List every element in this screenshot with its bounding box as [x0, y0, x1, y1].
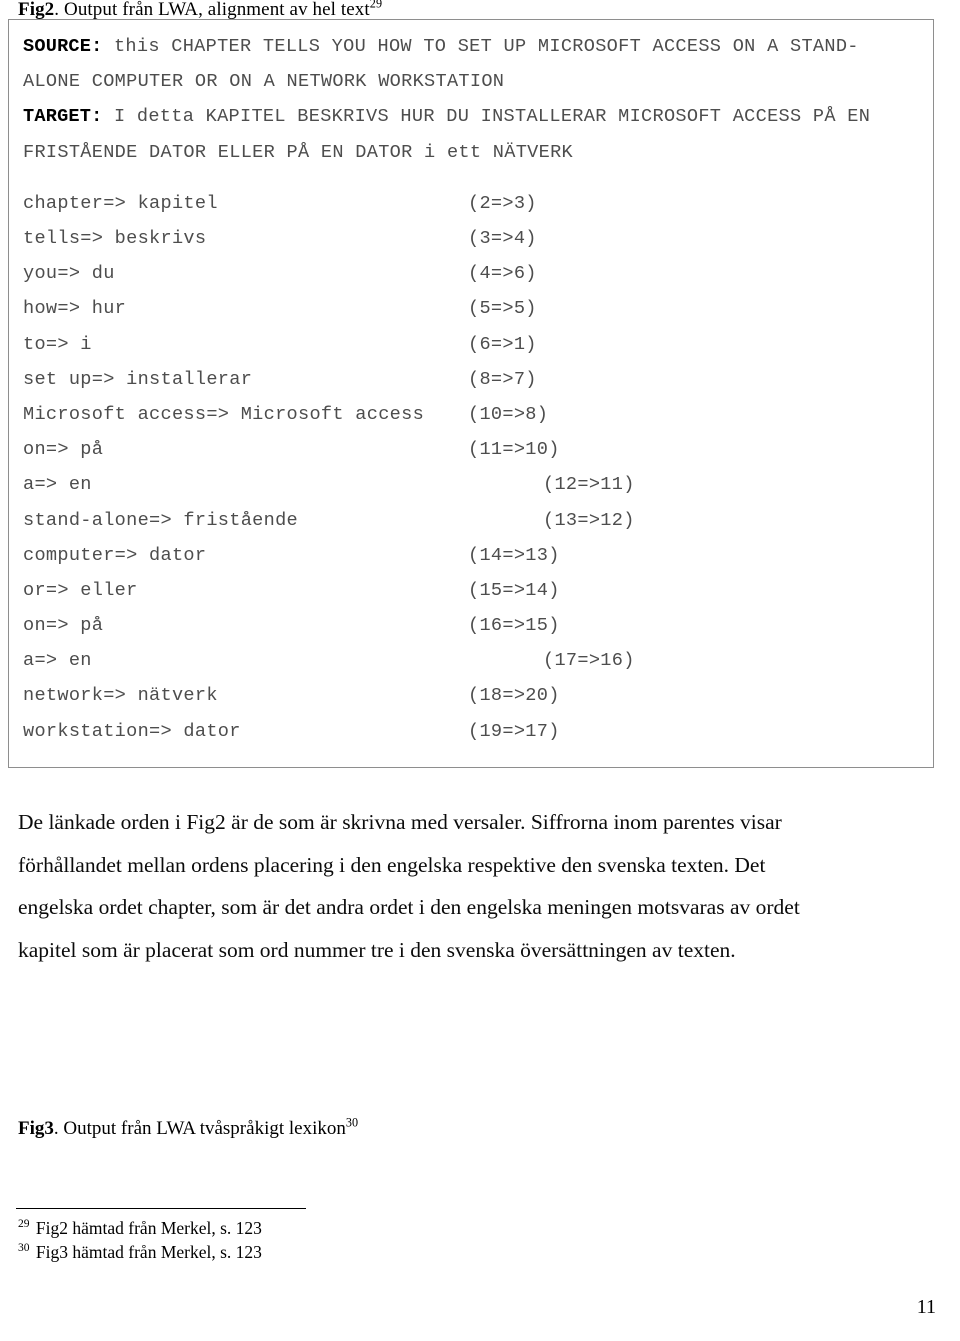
figure2-footnote-ref: 29 — [369, 0, 383, 11]
target-label: TARGET: — [23, 106, 103, 128]
alignment-pair-row: a=> en (17=>16) — [23, 643, 929, 678]
alignment-pair-positions: (12=>11) — [543, 474, 635, 496]
alignment-pair-words: chapter=> kapitel — [23, 192, 218, 214]
alignment-pair-positions: (6=>1) — [468, 333, 537, 355]
alignment-pair-positions: (16=>15) — [468, 615, 560, 637]
alignment-pair-row: on=> på (11=>10) — [23, 432, 929, 467]
alignment-pair-positions: (18=>20) — [468, 685, 560, 707]
figure3-caption-text: . Output från LWA tvåspråkigt lexikon — [53, 1118, 346, 1139]
body-paragraph-line: kapitel som är placerat som ord nummer t… — [18, 937, 736, 962]
alignment-pair-words: how=> hur — [23, 298, 127, 320]
alignment-pair-words: tells=> beskrivs — [23, 228, 207, 249]
alignment-pair-row: set up=> installerar (8=>7) — [23, 362, 929, 397]
body-paragraph-line: förhållandet mellan ordens placering i d… — [18, 852, 766, 877]
figure3-footnote-ref: 30 — [345, 1115, 359, 1130]
footnote-text: Fig2 hämtad från Merkel, s. 123 — [31, 1218, 262, 1238]
alignment-pair-row: chapter=> kapitel (2=>3) — [23, 186, 929, 221]
lwa-output-box: SOURCE: this CHAPTER TELLS YOU HOW TO SE… — [8, 19, 934, 768]
alignment-pair-positions: (13=>12) — [543, 509, 635, 531]
lwa-output-content: SOURCE: this CHAPTER TELLS YOU HOW TO SE… — [23, 29, 929, 749]
figure3-caption-label: Fig3 — [18, 1118, 54, 1139]
footnote-list: 29 Fig2 hämtad från Merkel, s. 123 30 Fig… — [18, 1216, 262, 1264]
body-paragraph-line: engelska ordet chapter, som är det andra… — [18, 895, 800, 919]
footnote-number: 30 — [18, 1242, 30, 1255]
alignment-pair-row: a=> en (12=>11) — [23, 467, 929, 502]
source-text-line-1: this CHAPTER TELLS YOU HOW TO SET UP MIC… — [102, 36, 859, 57]
alignment-pair-words: Microsoft access=> Microsoft access — [23, 403, 425, 425]
alignment-pair-row: you=> du (4=>6) — [23, 256, 929, 291]
footnote-separator-rule — [16, 1208, 306, 1209]
target-line-1: TARGET: I detta KAPITEL BESKRIVS HUR DU … — [23, 99, 929, 134]
alignment-pair-words: to=> i — [23, 333, 92, 355]
body-paragraph: De länkade orden i Fig2 är de som är skr… — [18, 801, 918, 971]
source-line-1: SOURCE: this CHAPTER TELLS YOU HOW TO SE… — [23, 29, 929, 64]
word-alignment-list: chapter=> kapitel (2=>3) tells=> beskrivs (… — [23, 186, 929, 749]
alignment-pair-words: stand-alone=> fristående — [23, 509, 298, 531]
alignment-pair-words: on=> på — [23, 439, 104, 461]
footnote-text: Fig3 hämtad från Merkel, s. 123 — [31, 1242, 262, 1262]
alignment-pair-positions: (5=>5) — [468, 298, 537, 320]
alignment-pair-positions: (8=>7) — [468, 368, 537, 390]
figure2-caption: Fig2. Output från LWA, alignment av hel … — [18, 0, 382, 20]
alignment-pair-row: or=> eller (15=>14) — [23, 573, 929, 608]
alignment-pair-positions: (17=>16) — [543, 650, 635, 672]
alignment-pair-row: on=> på (16=>15) — [23, 608, 929, 643]
alignment-pair-words: computer=> dator — [23, 544, 207, 566]
alignment-pair-positions: (4=>6) — [468, 263, 537, 285]
alignment-pair-words: network=> nätverk — [23, 685, 218, 707]
alignment-pair-words: a=> en — [23, 474, 92, 496]
body-paragraph-line: De länkade orden i Fig2 är de som är skr… — [18, 810, 782, 834]
alignment-pair-row: workstation=> dator (19=>17) — [23, 714, 929, 749]
target-text-line-2: FRISTÅENDE DATOR ELLER PÅ EN DATOR i ett… — [23, 141, 573, 163]
page-number: 11 — [916, 1296, 936, 1318]
figure2-caption-text: . Output från LWA, alignment av hel text — [54, 0, 370, 20]
figure3-caption: Fig3. Output från LWA tvåspråkigt lexiko… — [18, 1115, 359, 1140]
alignment-pair-positions: (2=>3) — [468, 192, 537, 214]
source-target-block: SOURCE: this CHAPTER TELLS YOU HOW TO SE… — [23, 29, 929, 170]
source-label: SOURCE: — [23, 36, 103, 57]
alignment-pair-positions: (11=>10) — [468, 439, 560, 461]
source-text-line-2: ALONE COMPUTER OR ON A NETWORK WORKSTATI… — [23, 71, 505, 93]
source-line-2: ALONE COMPUTER OR ON A NETWORK WORKSTATI… — [23, 64, 929, 99]
alignment-pair-row: stand-alone=> fristående (13=>12) — [23, 503, 929, 538]
alignment-pair-row: tells=> beskrivs (3=>4) — [23, 221, 929, 256]
alignment-pair-words: on=> på — [23, 615, 104, 637]
figure2-caption-label: Fig2 — [18, 0, 55, 20]
alignment-pair-row: network=> nätverk (18=>20) — [23, 678, 929, 713]
alignment-pair-positions: (14=>13) — [468, 544, 560, 566]
alignment-pair-words: or=> eller — [23, 579, 138, 601]
alignment-pair-positions: (3=>4) — [468, 228, 537, 249]
alignment-pair-words: workstation=> dator — [23, 720, 241, 742]
target-line-2: FRISTÅENDE DATOR ELLER PÅ EN DATOR i ett… — [23, 135, 929, 170]
target-text-line-1: I detta KAPITEL BESKRIVS HUR DU INSTALLE… — [102, 106, 871, 128]
alignment-pair-words: you=> du — [23, 263, 115, 285]
footnote-item: 29 Fig2 hämtad från Merkel, s. 123 — [18, 1216, 262, 1240]
footnote-item: 30 Fig3 hämtad från Merkel, s. 123 — [18, 1240, 262, 1264]
alignment-pair-row: computer=> dator (14=>13) — [23, 538, 929, 573]
alignment-pair-row: to=> i (6=>1) — [23, 327, 929, 362]
alignment-pair-row: how=> hur (5=>5) — [23, 291, 929, 326]
alignment-pair-positions: (10=>8) — [468, 403, 549, 425]
footnote-number: 29 — [18, 1218, 30, 1231]
alignment-pair-words: set up=> installerar — [23, 368, 253, 390]
alignment-pair-row: Microsoft access=> Microsoft access (10=>… — [23, 397, 929, 432]
alignment-pair-positions: (19=>17) — [468, 720, 560, 742]
alignment-pair-positions: (15=>14) — [468, 579, 560, 601]
alignment-pair-words: a=> en — [23, 650, 92, 672]
